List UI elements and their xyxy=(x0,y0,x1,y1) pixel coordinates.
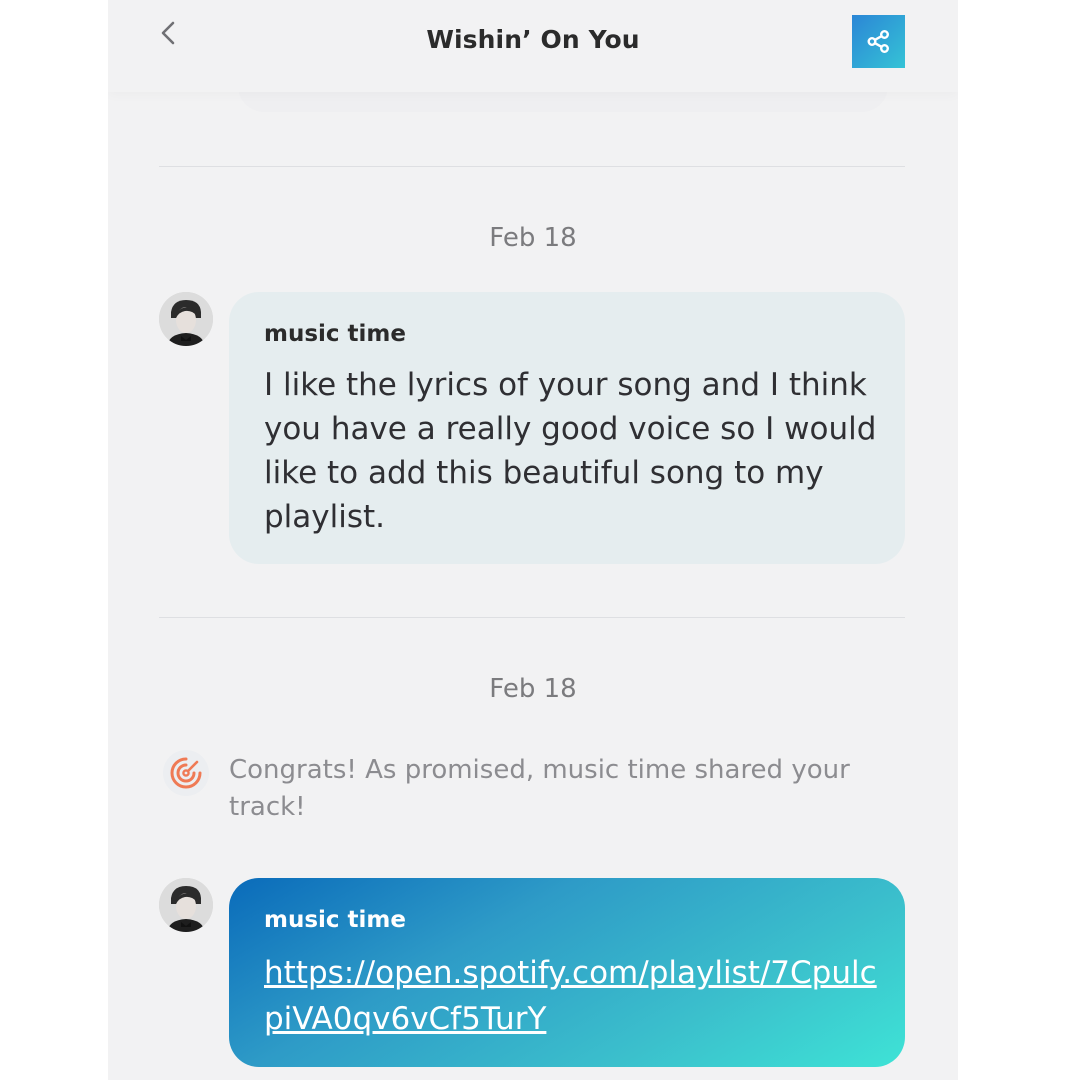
message-bubble: music time I like the lyrics of your son… xyxy=(229,292,905,564)
date-label: Feb 18 xyxy=(489,223,577,253)
system-message-text: Congrats! As promised, music time shared… xyxy=(229,755,850,822)
header-bar: Wishin’ On You xyxy=(108,0,958,92)
avatar[interactable] xyxy=(159,292,213,346)
sender-name: music time xyxy=(264,907,406,933)
target-icon xyxy=(170,757,202,789)
page-title: Wishin’ On You xyxy=(426,25,640,54)
date-label: Feb 18 xyxy=(489,674,577,704)
playlist-link[interactable]: https://open.spotify.com/playlist/7Cpulc… xyxy=(264,950,884,1042)
share-icon xyxy=(867,30,889,54)
share-button[interactable] xyxy=(852,15,905,68)
divider xyxy=(159,166,905,167)
system-message-icon xyxy=(163,750,209,796)
avatar[interactable] xyxy=(159,878,213,932)
user-avatar-image xyxy=(159,878,213,932)
sender-name: music time xyxy=(264,321,406,347)
divider xyxy=(159,617,905,618)
user-avatar-image xyxy=(159,292,213,346)
message-text: I like the lyrics of your song and I thi… xyxy=(264,367,877,535)
link-message-bubble: music time https://open.spotify.com/play… xyxy=(229,878,905,1067)
chat-screen: Wishin’ On You Feb 18 music time I like … xyxy=(108,0,958,1080)
